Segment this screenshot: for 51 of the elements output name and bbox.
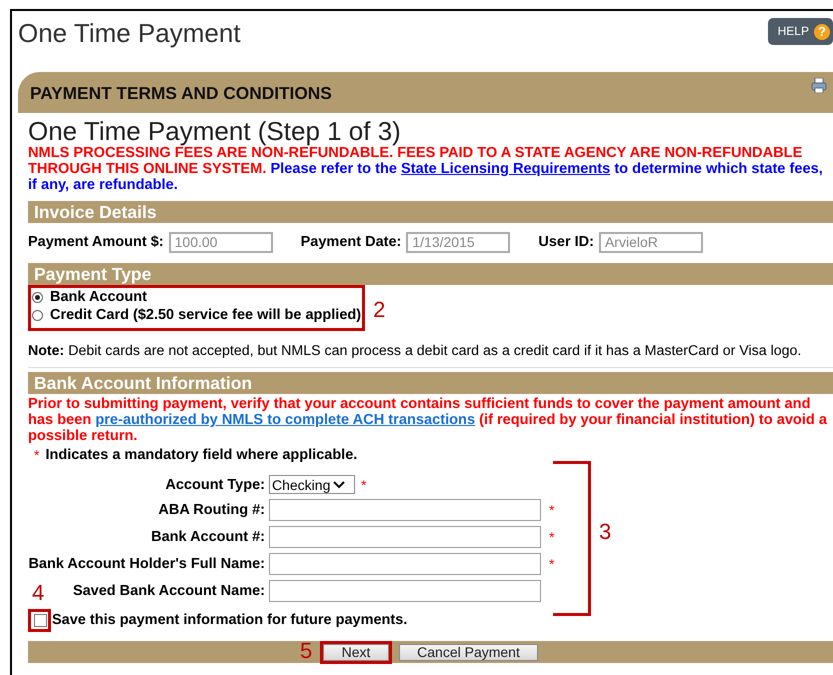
chevron-icon <box>333 480 346 488</box>
section-title: Payment Type <box>33 263 152 285</box>
callout-box <box>320 640 392 664</box>
input-field[interactable]: 100.00 <box>168 232 273 252</box>
next-button[interactable]: Next <box>323 644 389 660</box>
radio-label[interactable]: Bank Account <box>50 289 147 305</box>
input-field[interactable] <box>269 499 541 521</box>
radio-button[interactable] <box>32 310 43 320</box>
warning-text: Prior to submitting payment, verify that your account contains sufficient funds to cover the payment amount and has been pre-authorized by NMLS to complete ACH transactions (if required by your financial institution) to avoid a possible return. <box>28 396 828 444</box>
licensing-link[interactable]: State Licensing Requirements <box>401 161 610 177</box>
help-icon: ? <box>814 24 830 40</box>
section-title: Bank Account Information <box>33 372 252 394</box>
callout-number: 5 <box>300 640 312 662</box>
required-asterisk: * <box>34 447 40 463</box>
input-field[interactable] <box>269 526 541 548</box>
input-field[interactable] <box>269 553 541 575</box>
input-field[interactable]: 1/13/2015 <box>406 232 510 252</box>
mandatory-note: Indicates a mandatory field where applicable. <box>45 447 358 463</box>
field-label: Bank Account #: <box>151 529 265 545</box>
help-button[interactable]: HELP ? <box>768 18 833 45</box>
required-asterisk: * <box>361 476 366 492</box>
page-title: One Time Payment <box>18 18 241 49</box>
fee-notice: NMLS PROCESSING FEES ARE NON-REFUNDABLE. FEES PAID TO A STATE AGENCY ARE NON-REFUNDABLE THROUGH THIS ONLINE SYSTEM. Please refer to the State Licensing Requirements to determine which state fees, if any, are refundable. <box>28 145 824 193</box>
callout-number: 4 <box>32 582 44 604</box>
field-label: Payment Amount $: <box>28 234 164 250</box>
step-title: One Time Payment (Step 1 of 3) <box>28 117 402 145</box>
callout-box <box>28 608 51 632</box>
field-label: ABA Routing #: <box>158 502 265 518</box>
printer-icon[interactable] <box>811 78 827 93</box>
required-asterisk: * <box>549 556 554 572</box>
checkbox[interactable] <box>34 614 47 626</box>
field-label: Saved Bank Account Name: <box>72 583 265 599</box>
radio-button[interactable] <box>32 292 43 302</box>
required-asterisk: * <box>549 529 554 545</box>
required-asterisk: * <box>549 502 554 518</box>
field-label: Bank Account Holder's Full Name: <box>28 556 265 572</box>
callout-number: 2 <box>373 299 386 321</box>
input-field[interactable]: ArvieloR <box>598 232 703 252</box>
checkbox-label[interactable]: Save this payment information for future payments. <box>52 612 408 628</box>
field-label: Payment Date: <box>300 234 402 250</box>
input-field[interactable] <box>269 580 541 602</box>
section-title: Invoice Details <box>33 201 157 223</box>
cancel-button[interactable]: Cancel Payment <box>399 644 538 660</box>
field-label: User ID: <box>538 234 594 250</box>
field-label: Account Type: <box>165 476 265 492</box>
note-text: Note: Debit cards are not accepted, but NMLS can process a debit card as a credit card if it has a MasterCard or Visa logo. <box>28 343 833 368</box>
account-type-dropdown[interactable]: Checking <box>269 475 355 494</box>
callout-number: 3 <box>599 521 612 543</box>
radio-label[interactable]: Credit Card ($2.50 service fee will be applied) <box>50 307 362 323</box>
section-title: PAYMENT TERMS AND CONDITIONS <box>30 83 332 104</box>
ach-link[interactable]: pre-authorized by NMLS to complete ACH transactions <box>95 412 476 428</box>
